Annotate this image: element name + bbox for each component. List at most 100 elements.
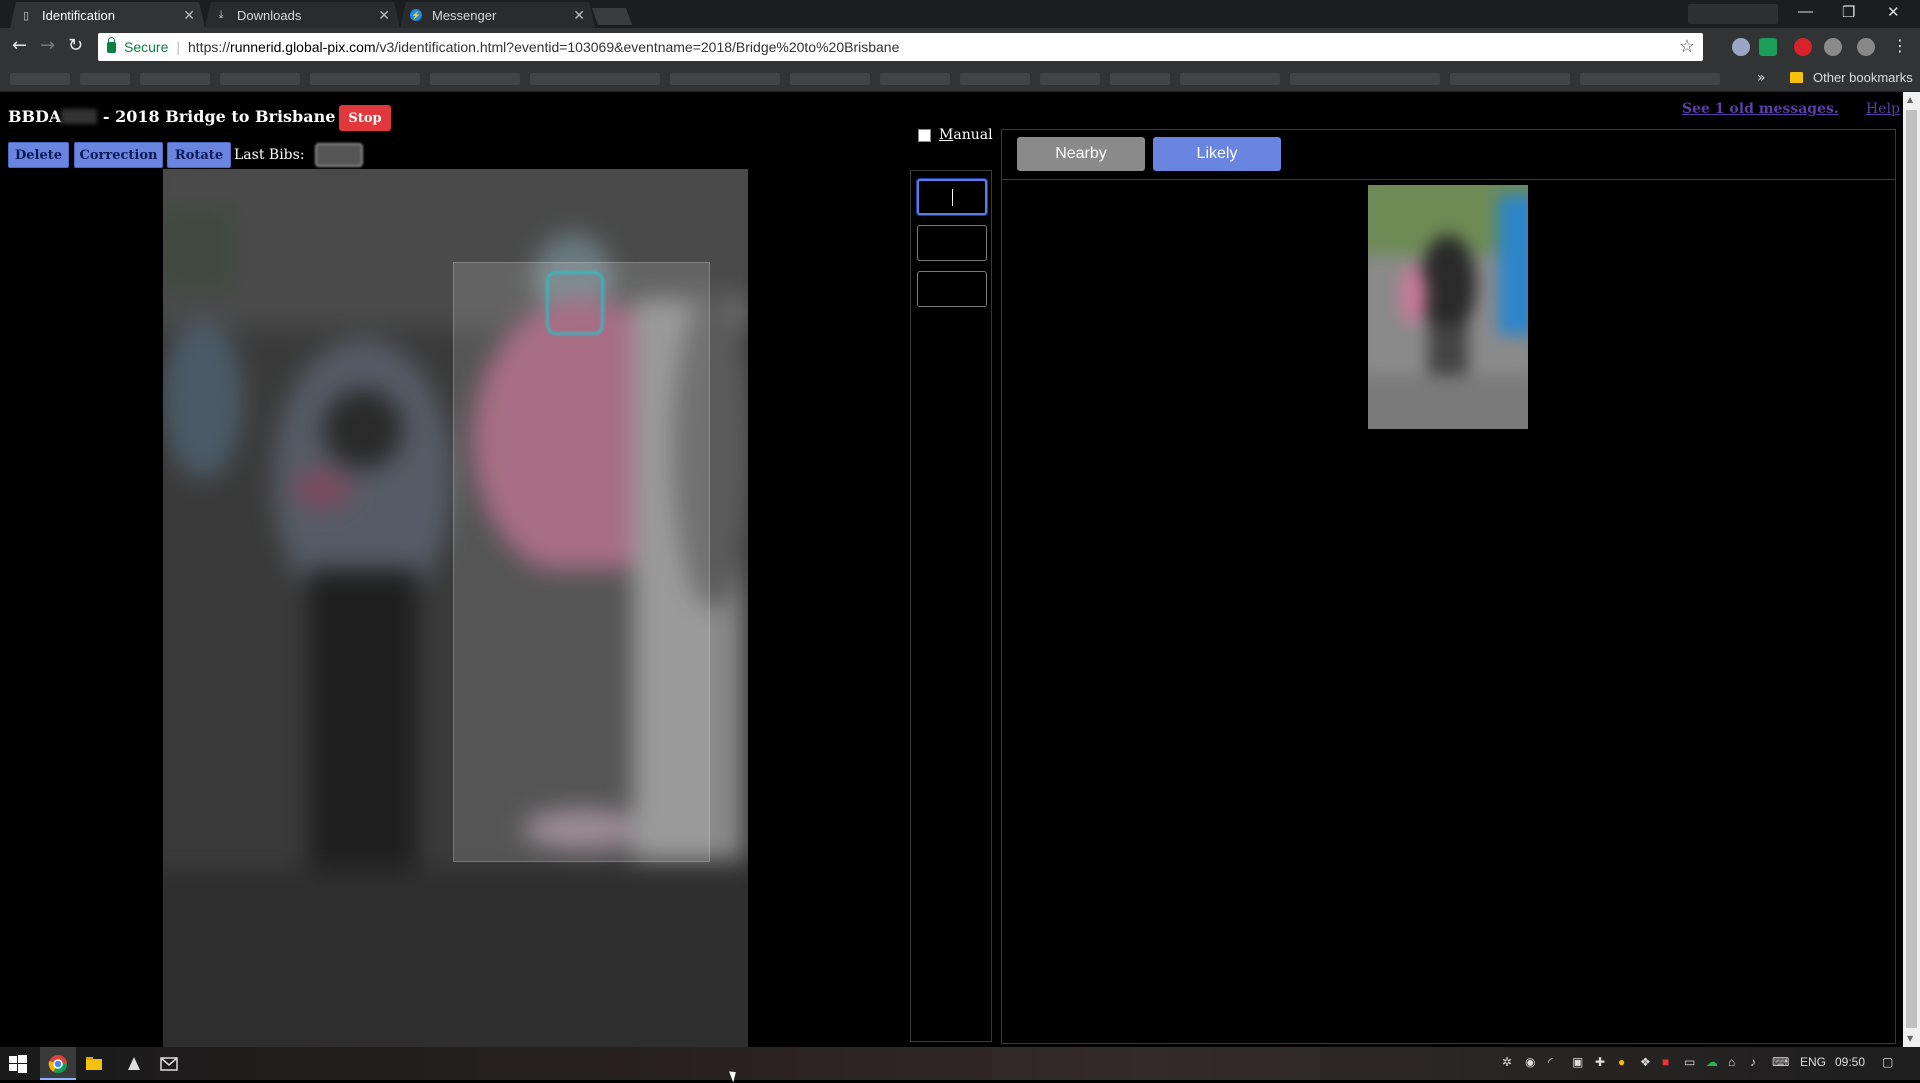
app-icon[interactable] bbox=[124, 1054, 144, 1074]
close-icon[interactable]: ✕ bbox=[573, 7, 585, 24]
address-bar[interactable]: Secure | https://runnerid.global-pix.com… bbox=[98, 33, 1703, 61]
lock-icon bbox=[107, 36, 116, 53]
reload-icon[interactable]: ↻ bbox=[68, 37, 83, 55]
tray-steam-icon[interactable]: ◉ bbox=[1525, 1055, 1535, 1069]
close-icon[interactable]: ✕ bbox=[183, 7, 195, 24]
browser-toolbar: ← → ↻ Secure | https://runnerid.global-p… bbox=[0, 28, 1920, 66]
extension-icon[interactable] bbox=[1794, 38, 1812, 56]
keyboard-icon[interactable]: ⌨ bbox=[1772, 1055, 1789, 1069]
extension-icon[interactable] bbox=[1857, 38, 1875, 56]
bib-input-3[interactable] bbox=[917, 271, 987, 307]
correction-button[interactable]: Correction bbox=[74, 142, 163, 168]
page-scrollbar[interactable]: ▲ ▼ bbox=[1903, 92, 1920, 1047]
extension-icon[interactable] bbox=[1759, 38, 1777, 56]
chrome-icon bbox=[48, 1055, 67, 1074]
bookmark-star-icon[interactable]: ☆ bbox=[1679, 36, 1695, 57]
close-window-button[interactable]: ✕ bbox=[1887, 3, 1900, 21]
new-tab-button[interactable] bbox=[591, 8, 633, 25]
scroll-up-icon[interactable]: ▲ bbox=[1907, 95, 1913, 104]
back-icon[interactable]: ← bbox=[12, 37, 27, 55]
bookmark-item[interactable] bbox=[960, 73, 1030, 85]
close-icon[interactable]: ✕ bbox=[378, 7, 390, 24]
globe-icon[interactable] bbox=[1824, 38, 1842, 56]
race-photo[interactable] bbox=[163, 169, 748, 1047]
delete-button[interactable]: Delete bbox=[8, 142, 69, 168]
bookmark-item[interactable] bbox=[670, 73, 780, 85]
extension-icon[interactable] bbox=[1732, 38, 1750, 56]
messenger-icon: ⚡ bbox=[411, 10, 421, 20]
bookmark-item[interactable] bbox=[1040, 73, 1100, 85]
manual-label: Manual bbox=[939, 127, 993, 143]
divider: | bbox=[176, 39, 180, 55]
likely-button[interactable]: Likely bbox=[1153, 137, 1281, 171]
bib-input-1[interactable] bbox=[917, 179, 987, 215]
bookmark-item[interactable] bbox=[880, 73, 950, 85]
language-indicator[interactable]: ENG bbox=[1800, 1055, 1826, 1069]
bookmark-item[interactable] bbox=[1290, 73, 1440, 85]
restore-button[interactable]: ❐ bbox=[1842, 3, 1855, 21]
bookmark-item[interactable] bbox=[140, 73, 210, 85]
bookmark-item[interactable] bbox=[530, 73, 660, 85]
bookmarks-bar: » Other bookmarks bbox=[0, 66, 1920, 92]
bookmark-item[interactable] bbox=[1580, 73, 1720, 85]
more-bookmarks-icon[interactable]: » bbox=[1757, 70, 1766, 86]
tab-downloads[interactable]: ⤓ Downloads ✕ bbox=[205, 2, 400, 28]
other-bookmarks[interactable]: Other bookmarks bbox=[1790, 70, 1913, 85]
redacted-text bbox=[61, 109, 98, 124]
tray-app-icon[interactable]: ▣ bbox=[1572, 1055, 1583, 1069]
face-detection-box bbox=[546, 271, 604, 335]
tab-identification[interactable]: ▯ Identification ✕ bbox=[10, 2, 205, 28]
suggestion-thumbnail[interactable] bbox=[1368, 185, 1528, 429]
nearby-button[interactable]: Nearby bbox=[1017, 137, 1145, 171]
bookmark-item[interactable] bbox=[220, 73, 300, 85]
selected-runner-region[interactable] bbox=[453, 262, 710, 862]
bookmark-item[interactable] bbox=[430, 73, 520, 85]
tray-settings-icon[interactable]: ✲ bbox=[1502, 1055, 1512, 1069]
rotate-button[interactable]: Rotate bbox=[167, 142, 231, 168]
tray-chrome-icon[interactable]: ● bbox=[1618, 1055, 1625, 1069]
bookmark-item[interactable] bbox=[1450, 73, 1570, 85]
tray-app-icon[interactable]: ✚ bbox=[1595, 1055, 1605, 1069]
manual-toggle[interactable]: Manual bbox=[918, 127, 993, 143]
tab-messenger[interactable]: ⚡ Messenger ✕ bbox=[400, 2, 595, 28]
scrollbar-thumb[interactable] bbox=[1906, 110, 1917, 1028]
notifications-icon[interactable]: ▢ bbox=[1882, 1055, 1893, 1069]
bib-input-2[interactable] bbox=[917, 225, 987, 261]
bookmark-item[interactable] bbox=[1110, 73, 1170, 85]
old-messages-link[interactable]: See 1 old messages. bbox=[1682, 101, 1839, 117]
tray-cloud-icon[interactable]: ☁ bbox=[1706, 1055, 1718, 1069]
bookmark-item[interactable] bbox=[310, 73, 420, 85]
volume-icon[interactable]: ♪ bbox=[1750, 1055, 1756, 1069]
help-link[interactable]: Help bbox=[1866, 101, 1900, 117]
minimize-button[interactable]: — bbox=[1798, 3, 1813, 20]
stop-button[interactable]: Stop bbox=[339, 105, 391, 131]
url-text: https://runnerid.global-pix.com/v3/ident… bbox=[188, 39, 900, 55]
tab-title: Messenger bbox=[432, 7, 497, 23]
menu-icon[interactable]: ⋮ bbox=[1892, 37, 1908, 55]
page-title: BBDA - 2018 Bridge to Brisbane bbox=[8, 107, 336, 126]
mail-icon[interactable] bbox=[159, 1054, 179, 1074]
page-icon: ▯ bbox=[22, 9, 30, 22]
taskbar-chrome-active[interactable] bbox=[40, 1047, 76, 1080]
profile-button[interactable] bbox=[1688, 4, 1778, 24]
tab-title: Identification bbox=[42, 7, 115, 23]
tray-wifi-icon[interactable]: ◜ bbox=[1548, 1055, 1553, 1069]
suggestions-panel: Nearby Likely bbox=[1001, 129, 1896, 1044]
bookmark-item[interactable] bbox=[10, 73, 70, 85]
bookmark-item[interactable] bbox=[1180, 73, 1280, 85]
manual-checkbox[interactable] bbox=[918, 128, 931, 142]
tray-app-icon[interactable]: ❖ bbox=[1640, 1055, 1651, 1069]
bookmark-item[interactable] bbox=[80, 73, 130, 85]
scroll-down-icon[interactable]: ▼ bbox=[1907, 1034, 1913, 1043]
tab-title: Downloads bbox=[237, 7, 302, 23]
forward-icon[interactable]: → bbox=[40, 37, 55, 55]
bookmark-item[interactable] bbox=[790, 73, 870, 85]
tray-app-icon[interactable]: ■ bbox=[1662, 1055, 1669, 1069]
tray-network-icon[interactable]: ⌂ bbox=[1728, 1055, 1735, 1069]
download-icon: ⤓ bbox=[218, 8, 224, 21]
tray-battery-icon[interactable]: ▭ bbox=[1684, 1055, 1695, 1069]
windows-start-icon[interactable] bbox=[8, 1054, 28, 1074]
text-caret bbox=[952, 189, 953, 206]
file-explorer-icon[interactable] bbox=[84, 1054, 104, 1074]
clock[interactable]: 09:50 bbox=[1835, 1055, 1865, 1069]
